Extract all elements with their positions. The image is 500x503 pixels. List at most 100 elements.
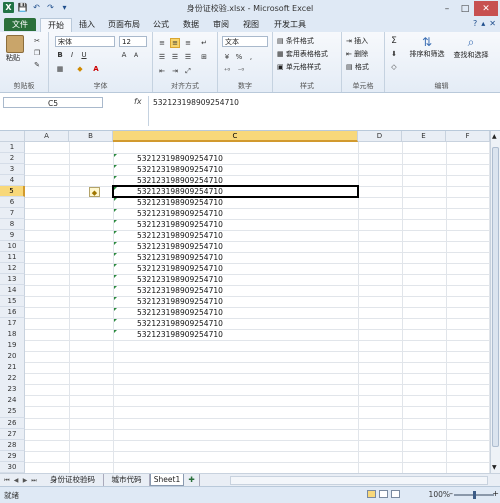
- copy-icon[interactable]: ❐: [32, 48, 42, 58]
- cell-c-value[interactable]: 532123198909254710: [137, 252, 223, 263]
- close-workbook-icon[interactable]: ✕: [489, 19, 496, 28]
- row-header[interactable]: 24: [0, 395, 25, 407]
- currency-button[interactable]: ¥: [222, 52, 232, 62]
- cell-c-value[interactable]: 532123198909254710: [137, 230, 223, 241]
- row-header[interactable]: 7: [0, 208, 25, 220]
- row-header[interactable]: 22: [0, 373, 25, 385]
- row-header[interactable]: 15: [0, 296, 25, 308]
- horizontal-scrollbar[interactable]: [230, 476, 488, 485]
- row-header[interactable]: 21: [0, 362, 25, 374]
- row-header[interactable]: 29: [0, 450, 25, 462]
- cell-c-value[interactable]: 532123198909254710: [137, 208, 223, 219]
- increase-indent-icon[interactable]: ⇥: [170, 66, 180, 76]
- row-header[interactable]: 25: [0, 406, 25, 418]
- font-name-dropdown[interactable]: 宋体: [55, 36, 115, 47]
- maximize-button[interactable]: □: [456, 1, 474, 16]
- row-header[interactable]: 10: [0, 241, 25, 253]
- scroll-down-icon[interactable]: ▼: [492, 464, 497, 471]
- tab-review[interactable]: 审阅: [208, 18, 234, 31]
- align-left-icon[interactable]: ☰: [157, 52, 167, 62]
- paste-button[interactable]: 粘贴: [6, 35, 24, 63]
- column-header-e[interactable]: E: [402, 131, 446, 142]
- cell-c-value[interactable]: 532123198909254710: [137, 164, 223, 175]
- row-header[interactable]: 28: [0, 439, 25, 451]
- font-color-icon[interactable]: A: [91, 64, 101, 74]
- cell-area[interactable]: 532123198909254710 532123198909254710 5321…: [25, 142, 490, 474]
- row-header[interactable]: 9: [0, 230, 25, 242]
- cell-c-value[interactable]: 532123198909254710: [137, 219, 223, 230]
- tab-developer[interactable]: 开发工具: [270, 18, 310, 31]
- cut-icon[interactable]: ✂: [32, 36, 42, 46]
- row-header[interactable]: 8: [0, 219, 25, 231]
- scroll-up-icon[interactable]: ▲: [492, 133, 497, 140]
- cell-c-value[interactable]: 532123198909254710: [137, 307, 223, 318]
- number-format-dropdown[interactable]: 文本: [222, 36, 268, 47]
- row-header[interactable]: 2: [0, 153, 25, 165]
- normal-view-icon[interactable]: [367, 490, 376, 498]
- row-header[interactable]: 26: [0, 417, 25, 429]
- column-header-b[interactable]: B: [69, 131, 113, 142]
- bold-button[interactable]: B: [55, 50, 65, 60]
- tab-page-layout[interactable]: 页面布局: [104, 18, 144, 31]
- row-header[interactable]: 12: [0, 263, 25, 275]
- tab-home[interactable]: 开始: [40, 18, 72, 32]
- minimize-ribbon-icon[interactable]: ▴: [481, 19, 485, 28]
- row-header[interactable]: 19: [0, 340, 25, 352]
- cell-c-value[interactable]: 532123198909254710: [137, 329, 223, 340]
- column-header-d[interactable]: D: [358, 131, 402, 142]
- borders-icon[interactable]: ▦: [55, 64, 65, 74]
- font-size-dropdown[interactable]: 12: [119, 36, 147, 47]
- decrease-indent-icon[interactable]: ⇤: [157, 66, 167, 76]
- cell-styles-button[interactable]: ▣ 单元格样式: [277, 62, 321, 72]
- row-header[interactable]: 6: [0, 197, 25, 209]
- next-sheet-icon[interactable]: ▶: [21, 476, 29, 485]
- orientation-icon[interactable]: ⤢: [183, 66, 193, 76]
- increase-decimal-icon[interactable]: ⁺⁰: [222, 66, 232, 76]
- cell-c-value[interactable]: 532123198909254710: [137, 285, 223, 296]
- zoom-out-button[interactable]: –: [449, 489, 453, 498]
- comma-button[interactable]: ,: [246, 52, 256, 62]
- tab-file[interactable]: 文件: [4, 18, 36, 31]
- align-top-icon[interactable]: ≡: [157, 38, 167, 48]
- sheet-tab-id-check[interactable]: 身份证校验码: [42, 474, 104, 486]
- delete-cells-button[interactable]: ⇤ 删除: [346, 49, 368, 59]
- help-icon[interactable]: ?: [473, 19, 477, 28]
- italic-button[interactable]: I: [67, 50, 77, 60]
- name-box[interactable]: C5: [3, 97, 103, 108]
- row-header[interactable]: 1: [0, 142, 25, 154]
- zoom-level[interactable]: 100%: [429, 490, 450, 499]
- align-bottom-icon[interactable]: ≡: [183, 38, 193, 48]
- insert-function-icon[interactable]: fx: [134, 97, 142, 106]
- row-header[interactable]: 16: [0, 307, 25, 319]
- zoom-in-button[interactable]: +: [492, 489, 499, 498]
- column-header-f[interactable]: F: [446, 131, 490, 142]
- row-header[interactable]: 14: [0, 285, 25, 297]
- sort-filter-button[interactable]: ⇅ 排序和筛选: [407, 35, 447, 59]
- cell-c-value[interactable]: 532123198909254710: [137, 153, 223, 164]
- autosum-button[interactable]: Σ: [389, 36, 399, 46]
- row-header[interactable]: 23: [0, 384, 25, 396]
- insert-cells-button[interactable]: ⇥ 插入: [346, 36, 368, 46]
- row-header[interactable]: 3: [0, 164, 25, 176]
- close-button[interactable]: ✕: [474, 1, 498, 16]
- page-break-view-icon[interactable]: [391, 490, 400, 498]
- clear-icon[interactable]: ◇: [389, 62, 399, 72]
- minimize-button[interactable]: –: [438, 1, 456, 16]
- first-sheet-icon[interactable]: ⏮: [3, 476, 11, 485]
- merge-center-icon[interactable]: ⊞: [199, 52, 209, 62]
- percent-button[interactable]: %: [234, 52, 244, 62]
- row-header[interactable]: 11: [0, 252, 25, 264]
- page-layout-view-icon[interactable]: [379, 490, 388, 498]
- align-middle-icon[interactable]: ≡: [170, 38, 180, 48]
- format-as-table-button[interactable]: ▦ 套用表格格式: [277, 49, 328, 59]
- select-all-corner[interactable]: [0, 131, 25, 142]
- insert-sheet-icon[interactable]: ✚: [184, 474, 200, 486]
- column-header-a[interactable]: A: [25, 131, 69, 142]
- vertical-scrollbar[interactable]: ▲ ▼: [490, 131, 500, 473]
- worksheet-grid[interactable]: A B C D E F 532123198909254710 5321231989…: [0, 131, 490, 474]
- prev-sheet-icon[interactable]: ◀: [12, 476, 20, 485]
- format-painter-icon[interactable]: ✎: [32, 60, 42, 70]
- align-right-icon[interactable]: ☰: [183, 52, 193, 62]
- formula-input[interactable]: 532123198909254710: [148, 96, 498, 126]
- row-header[interactable]: 27: [0, 428, 25, 440]
